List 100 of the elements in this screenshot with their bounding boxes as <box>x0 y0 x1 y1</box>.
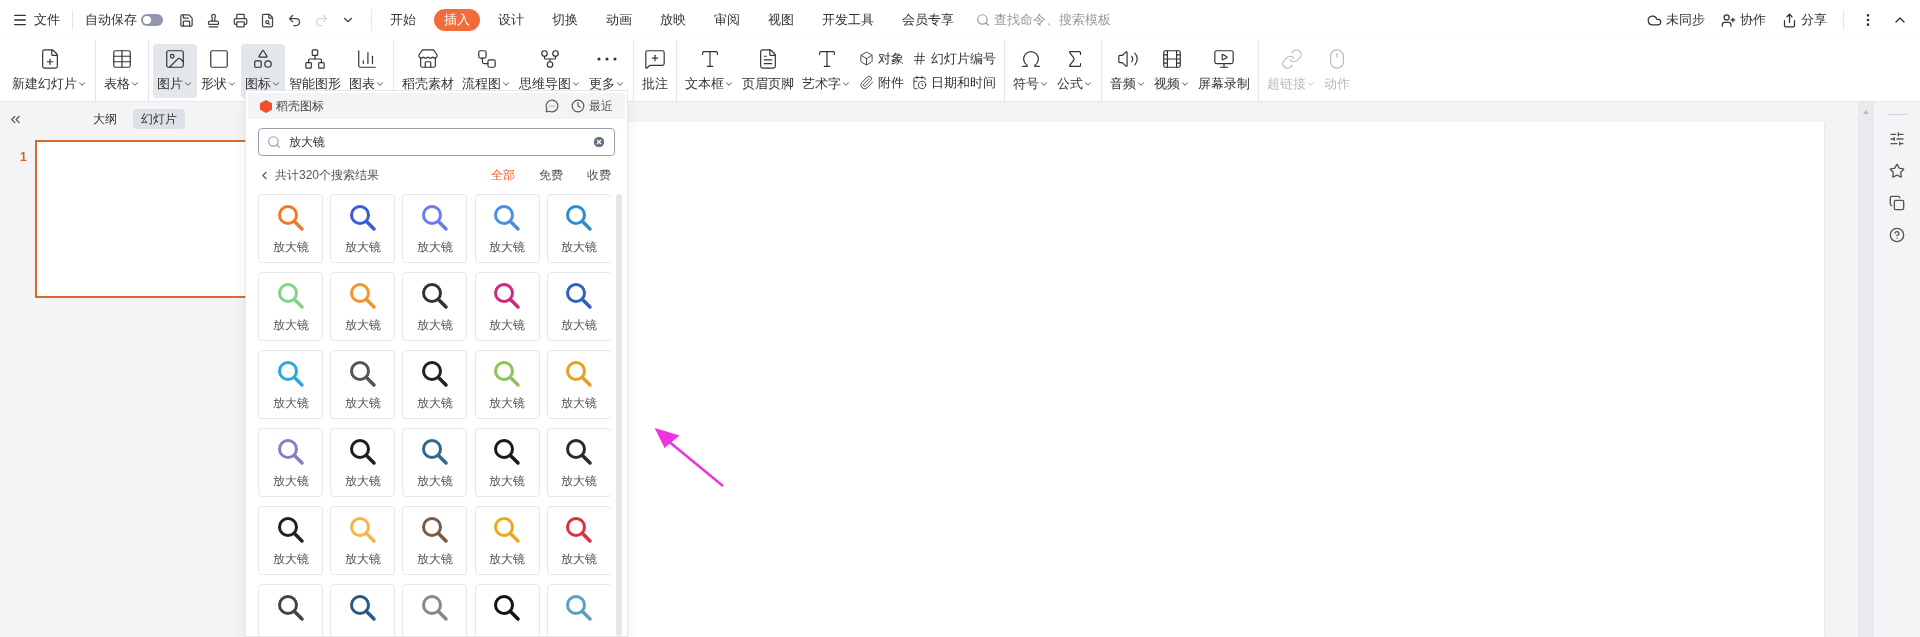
ribbon-tab[interactable]: 设计 <box>488 9 534 31</box>
panel-tab[interactable]: 幻灯片 <box>133 109 185 129</box>
ribbon-button[interactable]: 新建幻灯片 <box>8 43 91 98</box>
ribbon-button[interactable]: 音频 <box>1106 43 1150 98</box>
icon-tile[interactable]: 放大镜 <box>330 272 396 341</box>
ribbon-tab[interactable]: 开始 <box>380 9 426 31</box>
shape-icon <box>208 47 230 70</box>
scrollbar[interactable] <box>1858 102 1874 637</box>
filter-tab[interactable]: 全部 <box>491 166 515 184</box>
icon-tile[interactable]: 放大镜 <box>258 350 323 419</box>
logo-icon <box>260 99 272 113</box>
ribbon-button[interactable]: 流程图 <box>458 43 515 98</box>
ribbon-button[interactable]: 幻灯片编号 <box>912 49 996 69</box>
icon-tile[interactable] <box>330 584 396 636</box>
ribbon-button[interactable]: 符号 <box>1009 43 1053 98</box>
ribbon-button[interactable]: 图片 <box>153 43 197 98</box>
recent-button[interactable]: 最近 <box>571 97 613 115</box>
ribbon-button[interactable]: 屏幕录制 <box>1194 43 1254 98</box>
icon-tile[interactable]: 放大镜 <box>258 272 323 341</box>
icon-tile[interactable]: 放大镜 <box>258 428 323 497</box>
header-action[interactable]: 分享 <box>1782 10 1827 30</box>
ribbon-button[interactable]: 思维导图 <box>515 43 585 98</box>
icon-tile[interactable]: 放大镜 <box>474 506 540 575</box>
help-icon[interactable] <box>1889 227 1905 243</box>
save-icon[interactable] <box>179 12 194 28</box>
ribbon-button[interactable]: 表格 <box>100 43 144 98</box>
star-icon[interactable] <box>1889 163 1905 179</box>
ribbon-button[interactable]: 图标 <box>241 43 285 98</box>
icon-tile[interactable]: 放大镜 <box>402 350 468 419</box>
header-footer-icon <box>757 47 779 70</box>
ribbon-button[interactable]: 公式 <box>1053 43 1097 98</box>
ribbon-button[interactable]: 视频 <box>1150 43 1194 98</box>
icon-tile[interactable]: 放大镜 <box>330 194 396 263</box>
icon-tile[interactable]: 放大镜 <box>474 428 540 497</box>
icon-tile[interactable] <box>258 584 323 636</box>
ribbon-button[interactable]: 附件 <box>859 72 904 92</box>
ribbon-button[interactable]: 文本框 <box>681 43 738 98</box>
ribbon-button[interactable]: 对象 <box>859 49 904 69</box>
ribbon-button[interactable]: 智能图形 <box>285 43 345 98</box>
icon-tile[interactable]: 放大镜 <box>474 350 540 419</box>
search-field[interactable]: 放大镜 <box>258 128 615 156</box>
cloud-icon <box>1647 12 1662 28</box>
icon-tile[interactable]: 放大镜 <box>474 194 540 263</box>
icon-tile[interactable] <box>402 584 468 636</box>
chart-icon <box>356 47 378 70</box>
icon-tile[interactable]: 放大镜 <box>402 428 468 497</box>
file-menu[interactable]: 文件 <box>12 10 73 30</box>
flowchart-icon <box>475 47 498 70</box>
icon-tile[interactable]: 放大镜 <box>330 428 396 497</box>
ribbon-button[interactable]: 图表 <box>345 43 389 98</box>
filter-tab[interactable]: 免费 <box>539 166 563 184</box>
ribbon-button[interactable]: 稻壳素材 <box>398 43 458 98</box>
link-icon <box>1280 47 1303 70</box>
monitor-icon <box>1213 47 1235 70</box>
feedback-icon[interactable] <box>545 99 559 113</box>
panel-scrollbar[interactable] <box>616 194 622 636</box>
autosave-toggle[interactable] <box>141 14 163 26</box>
icon-tile[interactable]: 放大镜 <box>330 506 396 575</box>
ribbon-button[interactable]: 形状 <box>197 43 241 98</box>
ribbon-button[interactable]: 艺术字 <box>798 43 855 98</box>
icon-tile[interactable] <box>474 584 540 636</box>
hash-icon <box>912 51 927 67</box>
ribbon-tab[interactable]: 切换 <box>542 9 588 31</box>
image-icon <box>164 47 186 70</box>
store-icon <box>417 47 439 70</box>
ribbon-tab[interactable]: 视图 <box>758 9 804 31</box>
header-action[interactable]: 未同步 <box>1647 10 1705 30</box>
format-painter-icon[interactable] <box>206 12 221 28</box>
icon-tile[interactable]: 放大镜 <box>402 506 468 575</box>
ribbon-tab[interactable]: 开发工具 <box>812 9 884 31</box>
search-icon <box>976 13 990 27</box>
panel-tab[interactable]: 大纲 <box>85 109 125 129</box>
undo-icon[interactable] <box>287 12 302 28</box>
icon-tile[interactable]: 放大镜 <box>330 350 396 419</box>
panel-title: 稻壳图标 <box>276 98 324 115</box>
print-icon[interactable] <box>233 12 248 28</box>
icon-tile[interactable]: 放大镜 <box>402 194 468 263</box>
icon-tile[interactable]: 放大镜 <box>258 506 323 575</box>
clear-icon[interactable] <box>592 135 606 149</box>
icon-tile[interactable]: 放大镜 <box>258 194 323 263</box>
header-action[interactable]: 协作 <box>1721 10 1766 30</box>
filter-tab[interactable]: 收费 <box>587 166 611 184</box>
ribbon-tab[interactable]: 会员专享 <box>892 9 964 31</box>
pointer-arrow <box>655 428 725 488</box>
print-preview-icon[interactable] <box>260 12 275 28</box>
icon-tile[interactable]: 放大镜 <box>474 272 540 341</box>
ribbon-tab[interactable]: 动画 <box>596 9 642 31</box>
back-button[interactable]: 共计320个搜索结果 <box>258 166 380 184</box>
ribbon-tab[interactable]: 放映 <box>650 9 696 31</box>
settings-icon[interactable] <box>1889 131 1905 147</box>
icon-tile[interactable]: 放大镜 <box>402 272 468 341</box>
ribbon-button[interactable]: 日期和时间 <box>912 72 996 92</box>
ribbon-tab[interactable]: 审阅 <box>704 9 750 31</box>
copy-icon[interactable] <box>1889 195 1905 211</box>
shapes-icon <box>252 47 274 70</box>
ribbon-button[interactable]: 批注 <box>638 43 672 98</box>
mind-map-icon <box>539 47 561 70</box>
autosave-label: 自动保存 <box>85 11 137 30</box>
ribbon-button[interactable]: 页眉页脚 <box>738 43 798 98</box>
more-icon <box>597 56 617 61</box>
